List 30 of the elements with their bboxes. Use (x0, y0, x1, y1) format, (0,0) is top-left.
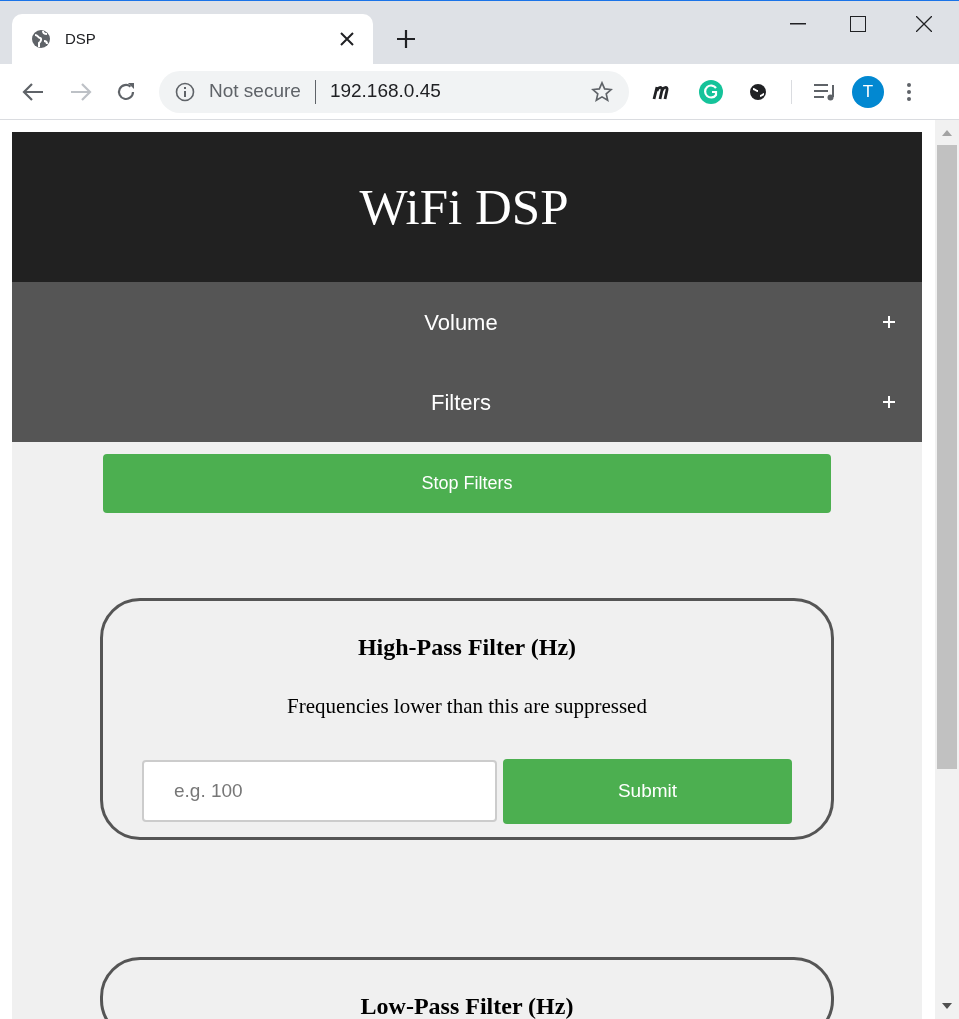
scroll-down-icon[interactable] (942, 1003, 952, 1009)
globe-icon (31, 29, 51, 49)
star-icon[interactable] (591, 80, 613, 103)
card-title: High-Pass Filter (Hz) (357, 633, 577, 662)
scrollbar[interactable] (935, 120, 959, 1019)
security-label: Not secure (209, 79, 301, 104)
info-icon[interactable] (175, 81, 195, 102)
tab-title: DSP (65, 28, 97, 49)
plus-icon (883, 316, 895, 328)
globe-extension-icon[interactable] (749, 82, 767, 101)
url-text: 192.168.0.45 (329, 79, 442, 104)
maximize-icon[interactable] (850, 16, 866, 32)
new-tab-icon[interactable] (397, 30, 415, 48)
page-title: WiFi DSP (359, 177, 569, 237)
browser-tab[interactable]: DSP (12, 14, 373, 64)
plus-icon (883, 396, 895, 408)
card-title: Low-Pass Filter (Hz) (360, 991, 574, 1019)
address-bar[interactable]: Not secure 192.168.0.45 (159, 70, 629, 113)
minimize-icon[interactable] (790, 23, 806, 25)
reload-icon[interactable] (116, 81, 136, 102)
menu-icon[interactable] (907, 82, 911, 101)
frequency-input[interactable]: e.g. 100 (142, 760, 497, 822)
close-window-icon[interactable] (916, 16, 932, 32)
accordion-header[interactable]: Filters (12, 362, 922, 442)
card-description: Frequencies lower than this are suppressed (287, 693, 647, 720)
profile-avatar[interactable]: T (852, 75, 884, 108)
close-icon[interactable] (340, 32, 354, 46)
accordion-header[interactable]: Volume (12, 282, 922, 362)
scrollbar-thumb[interactable] (937, 145, 957, 769)
back-icon[interactable] (22, 81, 44, 102)
